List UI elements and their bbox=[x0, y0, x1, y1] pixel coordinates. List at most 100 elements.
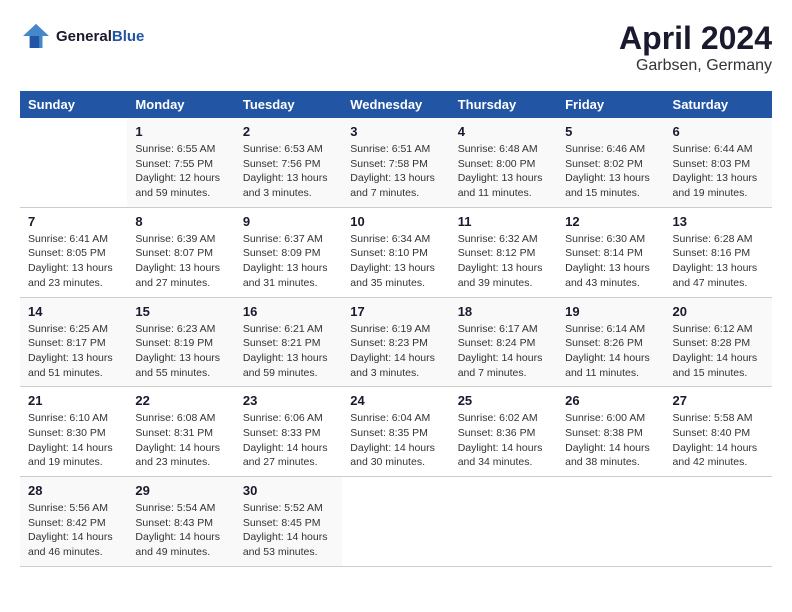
page-header: GeneralBlue April 2024 Garbsen, Germany bbox=[20, 20, 772, 75]
day-info: Sunrise: 6:10 AM Sunset: 8:30 PM Dayligh… bbox=[28, 411, 119, 470]
day-number: 20 bbox=[673, 304, 764, 319]
day-info: Sunrise: 6:37 AM Sunset: 8:09 PM Dayligh… bbox=[243, 232, 334, 291]
logo-icon bbox=[20, 20, 52, 52]
day-info: Sunrise: 6:32 AM Sunset: 8:12 PM Dayligh… bbox=[458, 232, 549, 291]
day-cell: 18 Sunrise: 6:17 AM Sunset: 8:24 PM Dayli… bbox=[450, 297, 557, 387]
title-block: April 2024 Garbsen, Germany bbox=[619, 20, 772, 75]
day-number: 11 bbox=[458, 214, 549, 229]
day-info: Sunrise: 5:56 AM Sunset: 8:42 PM Dayligh… bbox=[28, 501, 119, 560]
day-info: Sunrise: 6:44 AM Sunset: 8:03 PM Dayligh… bbox=[673, 142, 764, 201]
day-info: Sunrise: 5:52 AM Sunset: 8:45 PM Dayligh… bbox=[243, 501, 334, 560]
week-row-5: 28 Sunrise: 5:56 AM Sunset: 8:42 PM Dayli… bbox=[20, 477, 772, 567]
day-number: 13 bbox=[673, 214, 764, 229]
day-info: Sunrise: 6:53 AM Sunset: 7:56 PM Dayligh… bbox=[243, 142, 334, 201]
day-cell: 3 Sunrise: 6:51 AM Sunset: 7:58 PM Daylig… bbox=[342, 118, 449, 207]
day-number: 30 bbox=[243, 483, 334, 498]
day-number: 5 bbox=[565, 124, 656, 139]
day-number: 18 bbox=[458, 304, 549, 319]
location-subtitle: Garbsen, Germany bbox=[619, 57, 772, 75]
column-header-tuesday: Tuesday bbox=[235, 91, 342, 118]
day-cell: 6 Sunrise: 6:44 AM Sunset: 8:03 PM Daylig… bbox=[665, 118, 772, 207]
day-cell bbox=[342, 477, 449, 567]
day-cell: 1Sunrise: 6:55 AM Sunset: 7:55 PM Daylig… bbox=[127, 118, 234, 207]
day-cell: 4 Sunrise: 6:48 AM Sunset: 8:00 PM Daylig… bbox=[450, 118, 557, 207]
logo: GeneralBlue bbox=[20, 20, 144, 52]
day-number: 29 bbox=[135, 483, 226, 498]
day-cell: 27 Sunrise: 5:58 AM Sunset: 8:40 PM Dayli… bbox=[665, 387, 772, 477]
day-number: 27 bbox=[673, 393, 764, 408]
day-cell: 25Sunrise: 6:02 AM Sunset: 8:36 PM Dayli… bbox=[450, 387, 557, 477]
day-info: Sunrise: 6:51 AM Sunset: 7:58 PM Dayligh… bbox=[350, 142, 441, 201]
day-info: Sunrise: 6:25 AM Sunset: 8:17 PM Dayligh… bbox=[28, 322, 119, 381]
day-info: Sunrise: 6:17 AM Sunset: 8:24 PM Dayligh… bbox=[458, 322, 549, 381]
day-cell: 5 Sunrise: 6:46 AM Sunset: 8:02 PM Daylig… bbox=[557, 118, 664, 207]
day-info: Sunrise: 6:23 AM Sunset: 8:19 PM Dayligh… bbox=[135, 322, 226, 381]
day-number: 22 bbox=[135, 393, 226, 408]
column-header-saturday: Saturday bbox=[665, 91, 772, 118]
day-cell: 13 Sunrise: 6:28 AM Sunset: 8:16 PM Dayli… bbox=[665, 207, 772, 297]
day-cell: 17Sunrise: 6:19 AM Sunset: 8:23 PM Dayli… bbox=[342, 297, 449, 387]
day-number: 8 bbox=[135, 214, 226, 229]
week-row-4: 21 Sunrise: 6:10 AM Sunset: 8:30 PM Dayli… bbox=[20, 387, 772, 477]
day-info: Sunrise: 6:04 AM Sunset: 8:35 PM Dayligh… bbox=[350, 411, 441, 470]
day-cell: 2 Sunrise: 6:53 AM Sunset: 7:56 PM Daylig… bbox=[235, 118, 342, 207]
day-number: 12 bbox=[565, 214, 656, 229]
logo-text: GeneralBlue bbox=[56, 28, 144, 45]
day-number: 23 bbox=[243, 393, 334, 408]
day-cell: 15Sunrise: 6:23 AM Sunset: 8:19 PM Dayli… bbox=[127, 297, 234, 387]
day-info: Sunrise: 6:28 AM Sunset: 8:16 PM Dayligh… bbox=[673, 232, 764, 291]
day-cell: 22Sunrise: 6:08 AM Sunset: 8:31 PM Dayli… bbox=[127, 387, 234, 477]
day-cell: 7Sunrise: 6:41 AM Sunset: 8:05 PM Daylig… bbox=[20, 207, 127, 297]
day-number: 9 bbox=[243, 214, 334, 229]
week-row-2: 7Sunrise: 6:41 AM Sunset: 8:05 PM Daylig… bbox=[20, 207, 772, 297]
column-header-thursday: Thursday bbox=[450, 91, 557, 118]
day-cell: 21 Sunrise: 6:10 AM Sunset: 8:30 PM Dayli… bbox=[20, 387, 127, 477]
day-cell: 28 Sunrise: 5:56 AM Sunset: 8:42 PM Dayli… bbox=[20, 477, 127, 567]
day-info: Sunrise: 6:06 AM Sunset: 8:33 PM Dayligh… bbox=[243, 411, 334, 470]
day-cell: 11 Sunrise: 6:32 AM Sunset: 8:12 PM Dayli… bbox=[450, 207, 557, 297]
day-cell: 12 Sunrise: 6:30 AM Sunset: 8:14 PM Dayli… bbox=[557, 207, 664, 297]
day-cell: 16 Sunrise: 6:21 AM Sunset: 8:21 PM Dayli… bbox=[235, 297, 342, 387]
day-info: Sunrise: 6:34 AM Sunset: 8:10 PM Dayligh… bbox=[350, 232, 441, 291]
day-number: 17 bbox=[350, 304, 441, 319]
day-cell: 30 Sunrise: 5:52 AM Sunset: 8:45 PM Dayli… bbox=[235, 477, 342, 567]
day-cell bbox=[665, 477, 772, 567]
day-number: 6 bbox=[673, 124, 764, 139]
day-info: Sunrise: 6:14 AM Sunset: 8:26 PM Dayligh… bbox=[565, 322, 656, 381]
day-info: Sunrise: 6:30 AM Sunset: 8:14 PM Dayligh… bbox=[565, 232, 656, 291]
day-number: 1 bbox=[135, 124, 226, 139]
day-number: 25 bbox=[458, 393, 549, 408]
day-number: 10 bbox=[350, 214, 441, 229]
month-title: April 2024 bbox=[619, 20, 772, 57]
day-cell bbox=[557, 477, 664, 567]
day-info: Sunrise: 5:58 AM Sunset: 8:40 PM Dayligh… bbox=[673, 411, 764, 470]
day-cell: 29 Sunrise: 5:54 AM Sunset: 8:43 PM Dayli… bbox=[127, 477, 234, 567]
day-cell: 10 Sunrise: 6:34 AM Sunset: 8:10 PM Dayli… bbox=[342, 207, 449, 297]
day-cell: 14 Sunrise: 6:25 AM Sunset: 8:17 PM Dayli… bbox=[20, 297, 127, 387]
day-number: 2 bbox=[243, 124, 334, 139]
week-row-1: 1Sunrise: 6:55 AM Sunset: 7:55 PM Daylig… bbox=[20, 118, 772, 207]
day-number: 14 bbox=[28, 304, 119, 319]
day-cell: 23 Sunrise: 6:06 AM Sunset: 8:33 PM Dayli… bbox=[235, 387, 342, 477]
day-cell: 19Sunrise: 6:14 AM Sunset: 8:26 PM Dayli… bbox=[557, 297, 664, 387]
day-cell: 26Sunrise: 6:00 AM Sunset: 8:38 PM Dayli… bbox=[557, 387, 664, 477]
logo-general: General bbox=[56, 28, 112, 45]
day-number: 7 bbox=[28, 214, 119, 229]
day-number: 16 bbox=[243, 304, 334, 319]
header-row: SundayMondayTuesdayWednesdayThursdayFrid… bbox=[20, 91, 772, 118]
column-header-friday: Friday bbox=[557, 91, 664, 118]
day-info: Sunrise: 6:21 AM Sunset: 8:21 PM Dayligh… bbox=[243, 322, 334, 381]
day-info: Sunrise: 5:54 AM Sunset: 8:43 PM Dayligh… bbox=[135, 501, 226, 560]
day-number: 21 bbox=[28, 393, 119, 408]
day-info: Sunrise: 6:12 AM Sunset: 8:28 PM Dayligh… bbox=[673, 322, 764, 381]
day-number: 28 bbox=[28, 483, 119, 498]
column-header-wednesday: Wednesday bbox=[342, 91, 449, 118]
day-cell: 20 Sunrise: 6:12 AM Sunset: 8:28 PM Dayli… bbox=[665, 297, 772, 387]
day-number: 3 bbox=[350, 124, 441, 139]
day-info: Sunrise: 6:46 AM Sunset: 8:02 PM Dayligh… bbox=[565, 142, 656, 201]
day-number: 4 bbox=[458, 124, 549, 139]
day-info: Sunrise: 6:48 AM Sunset: 8:00 PM Dayligh… bbox=[458, 142, 549, 201]
day-number: 26 bbox=[565, 393, 656, 408]
column-header-monday: Monday bbox=[127, 91, 234, 118]
day-cell bbox=[450, 477, 557, 567]
